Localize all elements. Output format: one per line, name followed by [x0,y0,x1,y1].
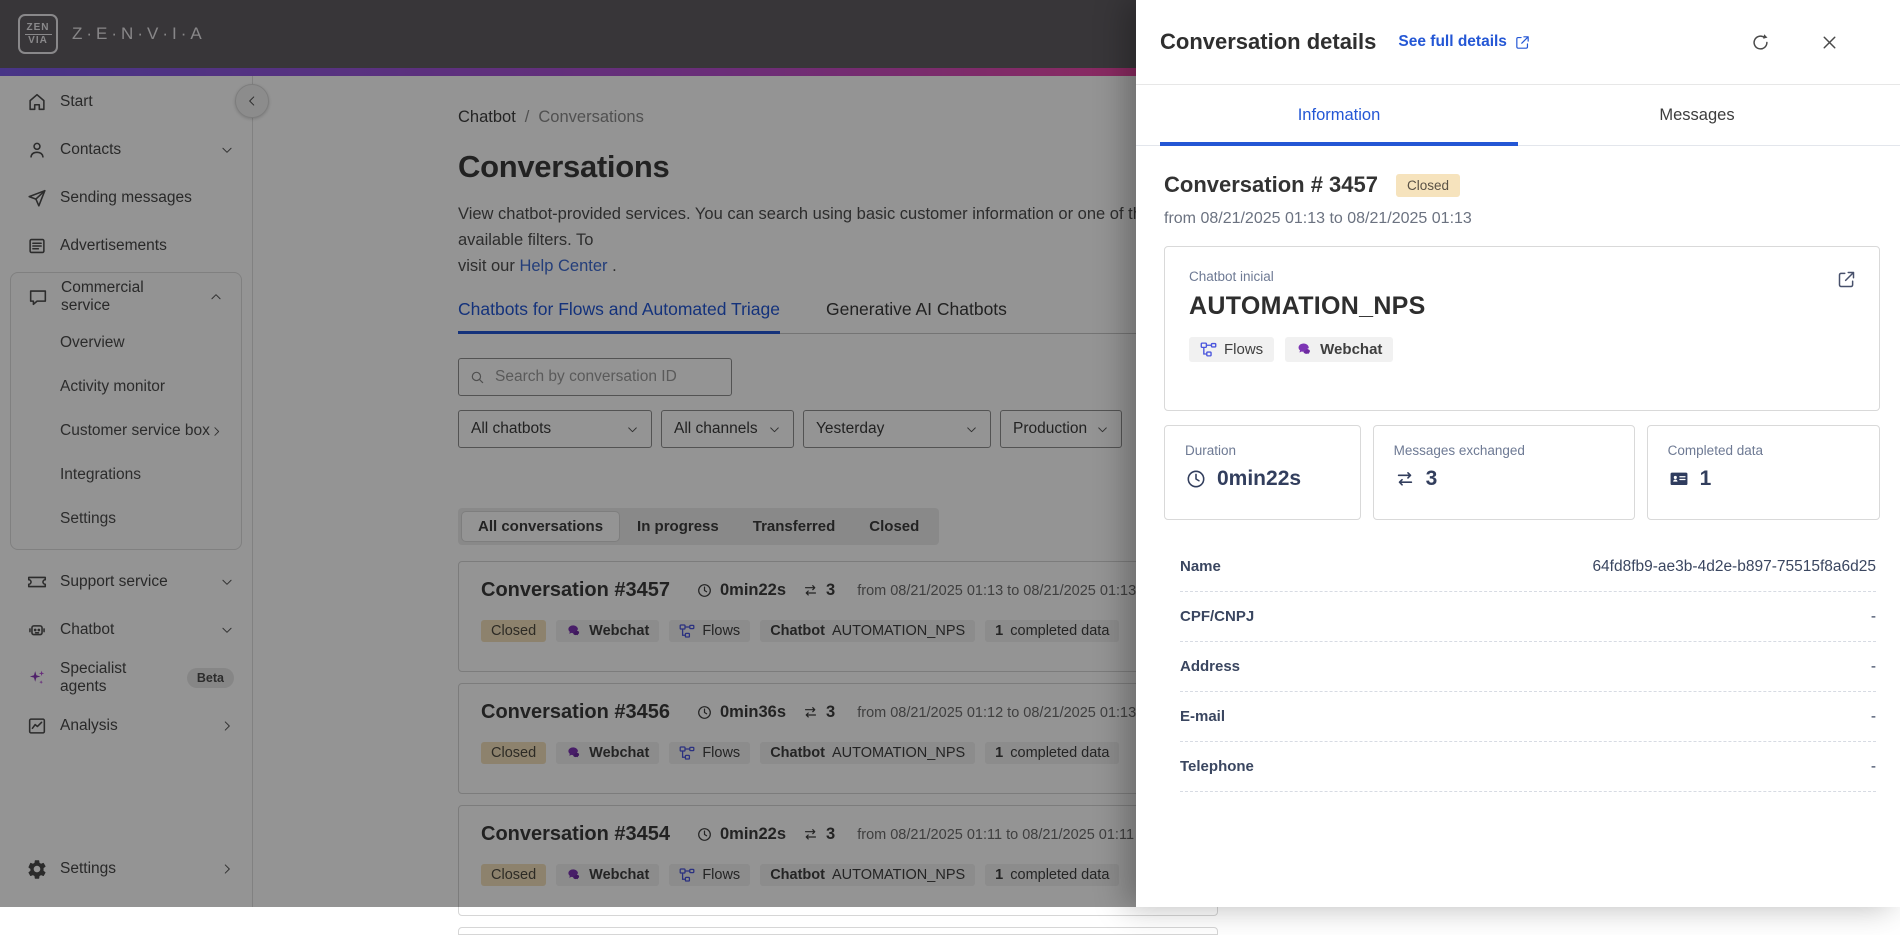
exchange-arrows-icon [1394,468,1416,490]
field-value: - [1870,657,1876,675]
stat-completed-data: Completed data 1 [1646,425,1880,520]
field-label: Telephone [1180,758,1254,775]
field-row-cpf-cnpj: CPF/CNPJ - [1180,592,1876,642]
stat-value: 1 [1699,467,1712,490]
id-card-icon [1668,468,1690,490]
external-link-icon [1514,34,1531,51]
webchat-label: Webchat [1320,341,1383,358]
flows-tag: Flows [1189,337,1275,362]
conversation-title: Conversation # 3457 [1164,172,1378,197]
flows-icon [1200,341,1217,358]
panel-title: Conversation details [1160,29,1377,54]
refresh-button[interactable] [1750,32,1771,53]
field-row-telephone: Telephone - [1180,742,1876,792]
flows-label: Flows [1224,341,1264,358]
conversation-details-panel: Conversation details See full details In… [1136,0,1900,907]
stat-value: 3 [1425,467,1438,490]
see-full-details-link[interactable]: See full details [1398,33,1531,51]
stat-value: 0min22s [1217,467,1302,490]
tab-information[interactable]: Information [1160,85,1518,146]
conversation-period: from 08/21/2025 01:13 to 08/21/2025 01:1… [1164,210,1472,227]
tab-messages[interactable]: Messages [1518,85,1876,145]
webchat-icon [1296,341,1313,358]
refresh-icon [1750,32,1771,53]
stat-label: Messages exchanged [1393,443,1525,458]
chatbot-initial-card: Chatbot inicial AUTOMATION_NPS Flows Web… [1164,246,1880,411]
chatbot-card-label: Chatbot inicial [1189,269,1274,284]
field-label: Name [1180,558,1221,575]
field-label: Address [1180,658,1241,675]
stat-label: Duration [1185,443,1237,458]
webchat-tag: Webchat [1285,337,1394,362]
field-value: - [1870,757,1876,775]
close-icon [1819,32,1840,53]
field-value: 64fd8fb9-ae3b-4d2e-b897-75515f8a6d25 [1592,557,1876,575]
field-value: - [1870,707,1876,725]
closed-status-badge: Closed [1395,173,1461,197]
clock-icon [1185,468,1207,490]
close-button[interactable] [1819,32,1840,53]
see-full-details-label: See full details [1398,33,1507,50]
stat-duration: Duration 0min22s [1164,425,1361,520]
open-chatbot-external-link[interactable] [1836,269,1857,290]
stat-label: Completed data [1667,443,1763,458]
conversation-card-partial[interactable] [458,927,1218,935]
field-row-address: Address - [1180,642,1876,692]
chatbot-name: AUTOMATION_NPS [1189,292,1426,320]
stats-row: Duration 0min22s Messages exchanged 3 Co… [1164,425,1880,520]
customer-fields: Name 64fd8fb9-ae3b-4d2e-b897-75515f8a6d2… [1164,542,1880,792]
field-value: - [1870,607,1876,625]
field-row-email: E-mail - [1180,692,1876,742]
field-row-name: Name 64fd8fb9-ae3b-4d2e-b897-75515f8a6d2… [1180,542,1876,592]
field-label: CPF/CNPJ [1180,608,1255,625]
panel-header: Conversation details See full details [1136,0,1900,85]
external-link-icon [1836,269,1857,290]
stat-messages-exchanged: Messages exchanged 3 [1372,425,1635,520]
field-label: E-mail [1180,708,1226,725]
panel-body: Conversation # 3457 Closed from 08/21/20… [1136,146,1900,907]
panel-tabs: Information Messages [1136,85,1900,146]
